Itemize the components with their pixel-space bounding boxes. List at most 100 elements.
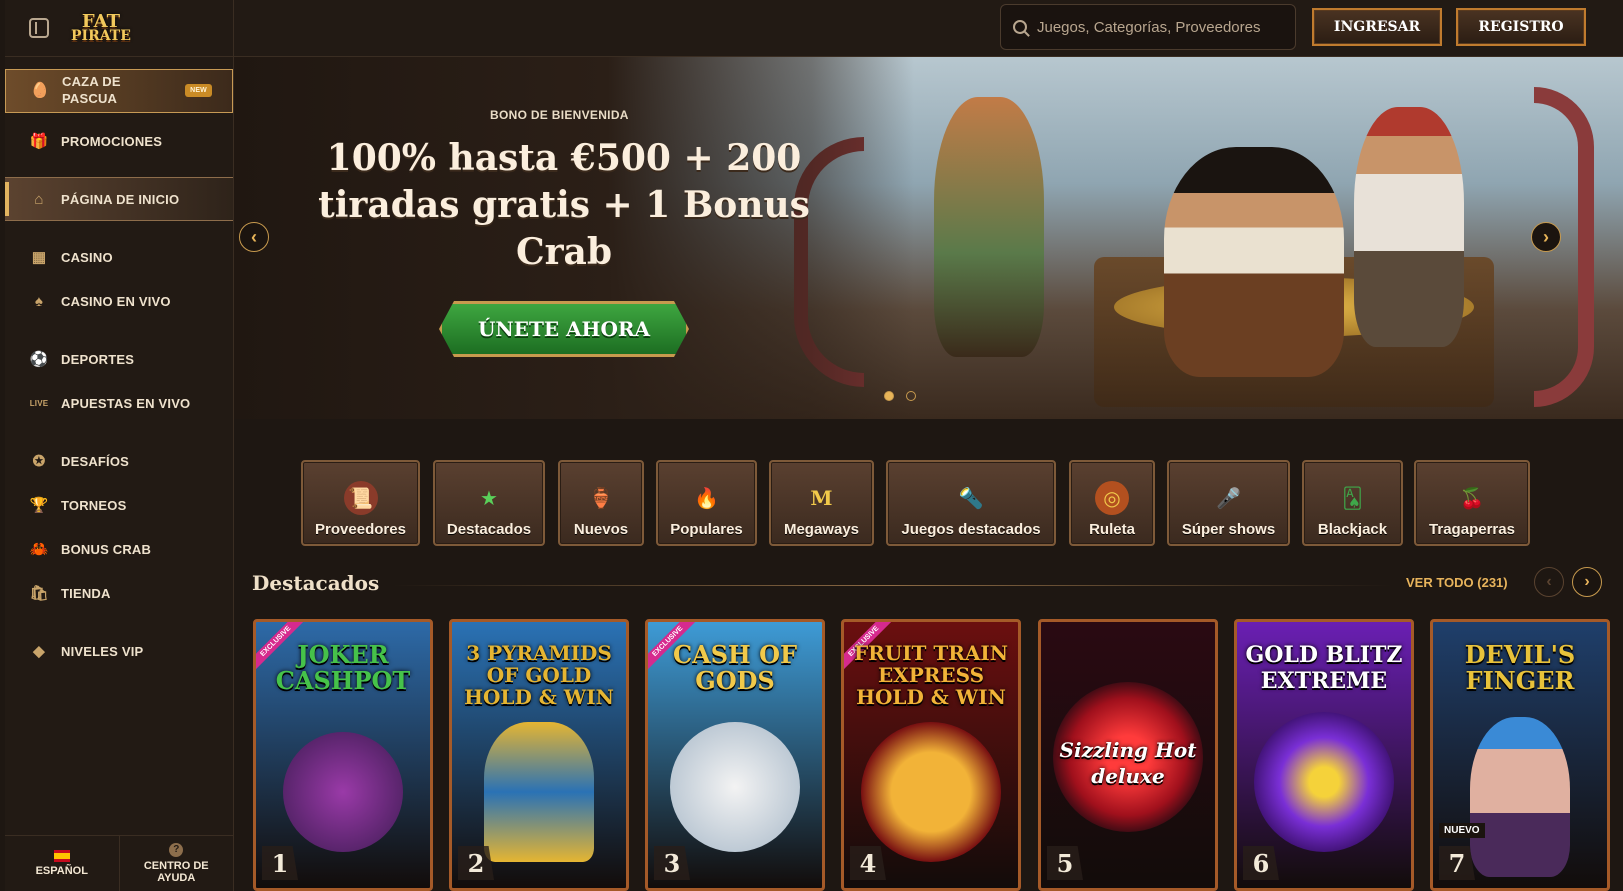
register-button[interactable]: REGISTRO [1456, 8, 1586, 46]
join-now-button[interactable]: ÚNETE AHORA [439, 301, 689, 357]
basket-icon: 🛍 [29, 585, 49, 602]
spain-flag-icon [53, 850, 70, 862]
hero-title: 100% hasta €500 + 200 tiradas gratis + 1… [318, 137, 810, 273]
microphone-icon: 🎤 [1216, 487, 1241, 510]
login-button[interactable]: INGRESAR [1312, 8, 1442, 46]
category-featured[interactable]: ★ Destacados [433, 460, 545, 546]
m-letter-icon: M [810, 486, 833, 510]
game-rank: 7 [1439, 846, 1475, 880]
sidebar-item-shop[interactable]: 🛍 TIENDA [5, 571, 233, 615]
category-providers[interactable]: 📜 Proveedores [301, 460, 420, 546]
game-card[interactable]: EXCLUSIVE FRUIT TRAIN EXPRESS HOLD & WIN… [841, 619, 1021, 891]
help-center-button[interactable]: ? CENTRO DE AYUDA [118, 836, 234, 891]
sidebar-item-live-bets[interactable]: LIVE APUESTAS EN VIVO [5, 381, 233, 425]
category-label: Blackjack [1317, 521, 1388, 538]
game-rank: 1 [262, 846, 298, 880]
view-all-link[interactable]: VER TODO (231) [1406, 575, 1508, 590]
category-label: Proveedores [315, 521, 406, 538]
game-art [1470, 717, 1570, 877]
category-slots[interactable]: 🍒 Tragaperras [1414, 460, 1530, 546]
sidebar-item-casino[interactable]: ▦ CASINO [5, 235, 233, 279]
sidebar-item-promotions[interactable]: 🎁 PROMOCIONES [5, 119, 233, 163]
sidebar-toggle-icon[interactable] [29, 18, 49, 38]
game-card[interactable]: DEVIL'S FINGER NUEVO 7 [1430, 619, 1610, 891]
search-placeholder: Juegos, Categorías, Proveedores [1037, 18, 1261, 36]
carousel-dot[interactable] [884, 391, 894, 401]
sidebar-item-vip-levels[interactable]: ◆ NIVELES VIP [5, 629, 233, 673]
game-title: JOKER CASHPOT [275, 640, 411, 695]
sidebar-item-tournaments[interactable]: 🏆 TORNEOS [5, 483, 233, 527]
sidebar-footer: ESPAÑOL ? CENTRO DE AYUDA [5, 835, 233, 891]
category-featured-games[interactable]: 🔦 Juegos destacados [886, 460, 1056, 546]
hero-next-arrow-icon[interactable]: › [1531, 222, 1561, 252]
sidebar-item-label: PÁGINA DE INICIO [61, 191, 180, 207]
game-rank: 5 [1047, 846, 1083, 880]
game-title: 3 PYRAMIDS OF GOLD HOLD & WIN [464, 641, 614, 709]
sidebar-item-label: DESAFÍOS [61, 453, 130, 469]
category-new[interactable]: 🏺 Nuevos [558, 460, 644, 546]
featured-next-arrow-icon[interactable]: › [1572, 567, 1602, 597]
sidebar-item-label: CASINO [61, 249, 113, 265]
trophy-icon: 🏆 [29, 497, 49, 514]
slot-machine-icon: ▦ [31, 249, 47, 266]
sidebar-item-easter-hunt[interactable]: 🥚 CAZA DE PASCUA NEW [5, 69, 233, 113]
hero-prev-arrow-icon[interactable]: ‹ [239, 222, 269, 252]
featured-header: Destacados VER TODO (231) ‹ › [252, 567, 1612, 601]
game-card[interactable]: EXCLUSIVE CASH OF GODS 3 [645, 619, 825, 891]
featured-prev-arrow-icon[interactable]: ‹ [1534, 567, 1564, 597]
cards-icon: 🂡 [1342, 487, 1363, 510]
cherries-icon: 🍒 [1459, 487, 1485, 510]
sidebar-item-label: TORNEOS [61, 497, 127, 513]
game-card[interactable]: GOLD BLITZ EXTREME 6 [1234, 619, 1414, 891]
egg-icon: 🥚 [30, 82, 50, 100]
home-icon: ⌂ [34, 190, 44, 208]
sidebar-item-challenges[interactable]: ✪ DESAFÍOS [5, 439, 233, 483]
language-selector[interactable]: ESPAÑOL [5, 836, 119, 891]
star-icon: ★ [480, 487, 498, 510]
card-icon: ♠ [34, 292, 44, 310]
category-label: Nuevos [573, 521, 629, 538]
sidebar-item-label: TIENDA [61, 585, 111, 601]
top-header: Juegos, Categorías, Proveedores INGRESAR… [234, 0, 1623, 57]
game-art [861, 722, 1001, 862]
game-card[interactable]: 3 PYRAMIDS OF GOLD HOLD & WIN 2 [449, 619, 629, 891]
game-card[interactable]: EXCLUSIVE JOKER CASHPOT 1 [253, 619, 433, 891]
new-badge: NUEVO [1439, 823, 1485, 838]
medal-icon: ✪ [32, 453, 46, 470]
game-rank: 3 [654, 846, 690, 880]
category-label: Megaways [783, 521, 860, 538]
roulette-icon: ◎ [1095, 481, 1129, 515]
logo[interactable]: FAT PIRATE [71, 12, 131, 43]
game-rank: 4 [850, 846, 886, 880]
sidebar: FAT PIRATE 🥚 CAZA DE PASCUA NEW 🎁 PROMOC… [5, 0, 234, 891]
game-art [484, 722, 594, 862]
divider [392, 585, 1392, 586]
category-popular[interactable]: 🔥 Populares [656, 460, 757, 546]
sidebar-item-label: DEPORTES [61, 351, 135, 367]
game-card[interactable]: Sizzling Hot deluxe 5 [1038, 619, 1218, 891]
sidebar-item-live-casino[interactable]: ♠ CASINO EN VIVO [5, 279, 233, 323]
game-title: Sizzling Hot deluxe [1059, 738, 1197, 788]
flame-gem-icon: 🔥 [694, 487, 719, 510]
diamond-icon: ◆ [33, 643, 45, 660]
gift-icon: 🎁 [29, 133, 49, 150]
carousel-dot[interactable] [906, 391, 916, 401]
search-input[interactable]: Juegos, Categorías, Proveedores [1000, 4, 1296, 50]
category-blackjack[interactable]: 🂡 Blackjack [1302, 460, 1403, 546]
category-label: Ruleta [1089, 521, 1135, 538]
goblet-icon: 🏺 [588, 487, 614, 510]
sidebar-item-label: BONUS CRAB [61, 541, 152, 557]
sidebar-item-sports[interactable]: ⚽ DEPORTES [5, 337, 233, 381]
carousel-dots [884, 391, 916, 401]
category-megaways[interactable]: M Megaways [769, 460, 874, 546]
hero-banner[interactable]: BONO DE BIENVENIDA 100% hasta €500 + 200… [234, 57, 1623, 419]
category-roulette[interactable]: ◎ Ruleta [1069, 460, 1155, 546]
game-title: FRUIT TRAIN EXPRESS HOLD & WIN [853, 641, 1009, 709]
sidebar-item-home[interactable]: ⌂ PÁGINA DE INICIO [5, 177, 233, 221]
category-super-shows[interactable]: 🎤 Súper shows [1167, 460, 1290, 546]
sidebar-item-bonus-crab[interactable]: 🦀 BONUS CRAB [5, 527, 233, 571]
hero-subtitle: BONO DE BIENVENIDA [490, 108, 629, 122]
live-icon: LIVE [29, 398, 49, 408]
category-label: Súper shows [1181, 521, 1276, 538]
game-rank: 6 [1243, 846, 1279, 880]
